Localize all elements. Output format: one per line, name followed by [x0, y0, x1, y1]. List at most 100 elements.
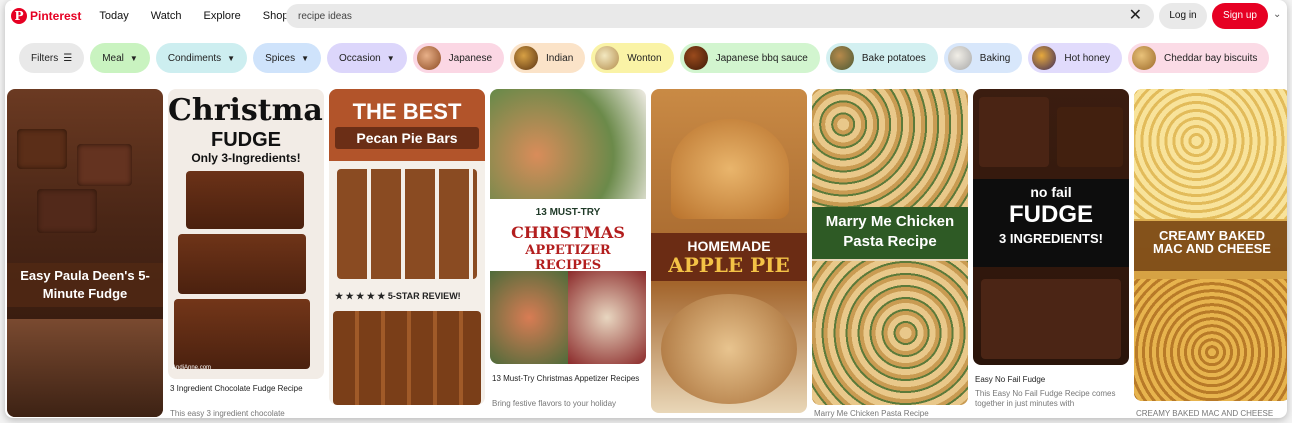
pin-title[interactable]: CREAMY BAKED MAC AND CHEESE [1136, 409, 1287, 418]
fudge-piece [174, 299, 310, 369]
appetizer-photo [490, 271, 568, 364]
chip-label: Hot honey [1064, 52, 1110, 64]
chip-thumbnail [1032, 46, 1057, 70]
fudge-piece [979, 97, 1049, 167]
chip-baking[interactable]: Baking [943, 43, 1023, 73]
pin-title[interactable]: 13 Must-Try Christmas Appetizer Recipes [492, 374, 642, 384]
pasta-photo [812, 261, 968, 405]
star-rating: ★ ★ ★ ★ ★ 5-STAR REVIEW! [335, 291, 461, 301]
nav-shop[interactable]: Shop [263, 10, 289, 22]
pin-image[interactable]: CREAMY BAKED MAC AND CHEESE [1134, 89, 1287, 401]
pie-photo [661, 294, 797, 404]
pin-image[interactable]: 13 MUST-TRY CHRISTMAS APPETIZER RECIPES [490, 89, 646, 364]
chip-wonton[interactable]: Wonton [591, 43, 674, 73]
chevron-down-icon: ▼ [301, 53, 310, 63]
fudge-piece [37, 189, 97, 233]
chip-label: Wonton [627, 52, 662, 64]
mac-cheese-photo [1134, 89, 1287, 219]
chip-label: Baking [979, 52, 1011, 64]
pin-overlay-tagline: APPETIZER RECIPES [525, 243, 611, 273]
pecan-bars-tray [337, 169, 477, 279]
pin-overlay-tagline: 3 INGREDIENTS! [998, 231, 1103, 246]
pin-image[interactable]: HOMEMADE APPLE PIE [651, 89, 807, 413]
pin-image[interactable]: THE BEST Pecan Pie Bars ★ ★ ★ ★ ★ 5-STAR… [329, 89, 485, 405]
fudge-piece [1057, 107, 1123, 167]
nav-watch[interactable]: Watch [151, 10, 182, 22]
chip-filters[interactable]: Filters ☰ [19, 43, 85, 73]
nav-explore[interactable]: Explore [203, 10, 240, 22]
chip-bake-potatoes[interactable]: Bake potatoes [825, 43, 938, 73]
pin-image[interactable]: Christmas FUDGE Only 3-Ingredients! Andi… [168, 89, 324, 379]
chip-cheddar-bay-biscuits[interactable]: Cheddar bay biscuits [1127, 43, 1270, 73]
pin-overlay-title: THE BEST [329, 89, 485, 161]
chip-thumbnail [595, 46, 620, 70]
mac-cheese-photo [1134, 279, 1287, 401]
chevron-down-icon: ▼ [386, 53, 395, 63]
pin-overlay-subtitle: MAC AND CHEESE [1153, 241, 1271, 256]
image-credit: AndiAnne.com [172, 365, 212, 371]
pin-title[interactable]: Marry Me Chicken Pasta Recipe [814, 409, 964, 418]
chevron-down-icon: ▼ [129, 53, 138, 63]
pin-overlay-subtitle: FUDGE [1009, 201, 1093, 228]
pin-overlay-subtitle: Pasta Recipe [843, 233, 937, 250]
pin-overlay-subtitle: FUDGE [211, 129, 281, 151]
close-icon[interactable]: ✕ [1129, 7, 1142, 25]
search-bar[interactable]: ✕ [286, 4, 1154, 28]
login-button[interactable]: Log in [1159, 3, 1207, 29]
chip-thumbnail [947, 46, 972, 70]
chip-occasion[interactable]: Occasion ▼ [327, 43, 407, 73]
filter-chips: Filters ☰ Meal ▼ Condiments ▼ Spices ▼ O… [19, 42, 1275, 74]
pin-title[interactable]: 3 Ingredient Chocolate Fudge Recipe [170, 384, 320, 394]
chip-label: Bake potatoes [861, 52, 926, 64]
appetizer-photo [568, 271, 646, 364]
pasta-photo [812, 89, 968, 207]
search-input[interactable] [298, 10, 1098, 22]
chip-label: Cheddar bay biscuits [1163, 52, 1258, 64]
chip-label: Indian [546, 52, 574, 64]
chip-label: Japanese [448, 52, 493, 64]
pin-image[interactable]: Easy Paula Deen's 5-Minute Fudge [7, 89, 163, 417]
chip-indian[interactable]: Indian [510, 43, 586, 73]
pin-title[interactable]: Easy No Fail Fudge [975, 375, 1125, 385]
pin-overlay-subtitle: CHRISTMAS [511, 223, 625, 242]
chip-label: Japanese bbq sauce [715, 52, 808, 64]
top-nav: P Pinterest Today Watch Explore Shop ✕ L… [5, 0, 1287, 32]
pin-overlay-title: Christmas [168, 93, 324, 128]
pinterest-logo-icon: P [11, 8, 27, 24]
fudge-piece [186, 171, 304, 229]
chip-japanese[interactable]: Japanese [412, 43, 505, 73]
chip-thumbnail [416, 46, 441, 70]
chip-thumbnail [829, 46, 854, 70]
chip-label: Occasion [339, 52, 381, 64]
pecan-bars-closeup [333, 311, 481, 405]
browser-frame: P Pinterest Today Watch Explore Shop ✕ L… [5, 0, 1287, 418]
pin-overlay-title: Easy Paula Deen's 5-Minute Fudge [7, 263, 163, 307]
chevron-down-icon: ▼ [227, 53, 236, 63]
sliders-icon: ☰ [63, 52, 73, 64]
chip-thumbnail [514, 46, 539, 70]
fudge-piece [178, 234, 306, 294]
pinterest-logo[interactable]: P Pinterest [11, 8, 81, 24]
pin-image[interactable]: Marry Me Chicken Pasta Recipe [812, 89, 968, 405]
pin-overlay-tagline: Only 3-Ingredients! [191, 151, 301, 165]
pin-image[interactable]: no fail FUDGE 3 INGREDIENTS! [973, 89, 1129, 365]
chevron-down-icon[interactable]: ⌄ [1273, 9, 1281, 20]
pin-description: This easy 3 ingredient chocolate [170, 409, 285, 418]
signup-button[interactable]: Sign up [1212, 3, 1268, 29]
chip-spices[interactable]: Spices ▼ [253, 43, 322, 73]
pin-overlay-subtitle: APPLE PIE [668, 253, 790, 277]
chip-meal[interactable]: Meal ▼ [90, 43, 150, 73]
fudge-piece [77, 144, 132, 186]
chip-hot-honey[interactable]: Hot honey [1028, 43, 1122, 73]
chip-label: Condiments [167, 52, 222, 64]
nav-today[interactable]: Today [99, 10, 128, 22]
fudge-piece [17, 129, 67, 169]
chip-japanese-bbq-sauce[interactable]: Japanese bbq sauce [679, 43, 820, 73]
fudge-tray [7, 319, 163, 417]
pin-overlay-subtitle: Pecan Pie Bars [335, 127, 479, 149]
pin-overlay-title: 13 MUST-TRY [535, 207, 601, 218]
chip-label: Spices [265, 52, 296, 64]
pie-slice [671, 119, 789, 219]
chip-label: Filters [31, 52, 59, 64]
chip-condiments[interactable]: Condiments ▼ [155, 43, 248, 73]
